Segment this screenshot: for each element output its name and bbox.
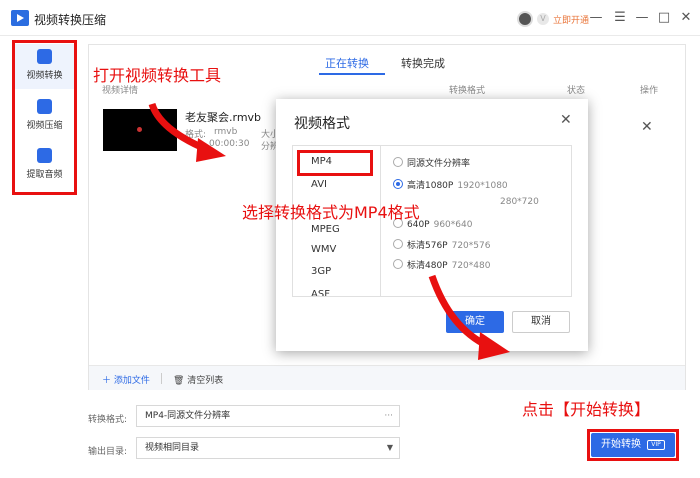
resolution-label: 同源文件分辨率	[407, 159, 471, 169]
plus-icon: ＋	[102, 376, 114, 386]
radio-icon	[393, 259, 403, 269]
toolbar-divider	[161, 373, 162, 384]
annotation-highlight-box	[297, 150, 373, 176]
clear-list-label: 清空列表	[187, 376, 224, 386]
add-file-label: 添加文件	[113, 376, 150, 386]
file-format: rmvb	[214, 127, 238, 137]
resolution-dim: 280*720	[500, 197, 539, 207]
column-header-status: 状态	[567, 86, 586, 96]
window-minimize-dash-button[interactable]: —	[634, 10, 650, 26]
output-dir-label: 输出目录:	[88, 447, 128, 457]
resolution-option[interactable]: 280*720	[496, 197, 539, 207]
resolution-label: 高清1080P	[407, 181, 454, 191]
radio-icon	[393, 157, 403, 167]
app-logo-icon	[11, 10, 29, 26]
caret-down-icon: ▼	[386, 443, 393, 452]
window-maximize-button[interactable]: □	[656, 10, 672, 26]
window-minimize-button[interactable]: —	[588, 10, 604, 26]
file-name: 老友聚会.rmvb	[185, 111, 262, 124]
annotation-step-1: 打开视频转换工具	[93, 66, 222, 85]
file-duration: 00:00:30	[209, 139, 250, 149]
ok-button[interactable]: 确定	[446, 311, 504, 333]
format-label: 转换格式:	[88, 415, 128, 425]
resolution-option[interactable]: 标清480P 720*480	[393, 258, 490, 271]
title-bar: 视频转换压缩 V 立即开通 — ☰ — □ ✕	[0, 0, 700, 36]
resolution-option[interactable]: 高清1080P 1920*1080	[393, 178, 508, 191]
format-item-avi[interactable]: AVI	[311, 179, 327, 190]
video-format-dialog: 视频格式 ✕ MP4 AVI MPEG WMV 3GP ASF 同源文件分辨率 …	[276, 99, 588, 351]
more-icon: ···	[384, 411, 393, 421]
format-item-3gp[interactable]: 3GP	[311, 266, 331, 277]
resolution-dim: 1920*1080	[457, 181, 508, 191]
radio-icon	[393, 239, 403, 249]
app-title: 视频转换压缩	[34, 13, 107, 27]
trash-icon: 🗑	[173, 376, 188, 386]
resolution-label: 标清480P	[407, 261, 448, 271]
format-item-mpeg[interactable]: MPEG	[311, 224, 340, 235]
annotation-step-2: 选择转换格式为MP4格式	[242, 203, 420, 222]
format-item-wmv[interactable]: WMV	[311, 244, 336, 255]
resolution-dim: 720*576	[451, 241, 491, 251]
resolution-dim: 960*640	[433, 220, 473, 230]
add-file-button[interactable]: ＋ 添加文件	[102, 373, 150, 386]
window-close-button[interactable]: ✕	[678, 10, 694, 26]
output-dir-value: 视频相同目录	[145, 443, 200, 453]
dialog-close-icon[interactable]: ✕	[560, 112, 572, 128]
format-select[interactable]: MP4-同源文件分辨率 ···	[136, 405, 400, 427]
resolution-option[interactable]: 同源文件分辨率	[393, 156, 470, 169]
file-toolbar: ＋ 添加文件 🗑 清空列表	[89, 365, 685, 390]
format-value: MP4-同源文件分辨率	[145, 411, 231, 421]
clear-list-button[interactable]: 🗑 清空列表	[173, 373, 223, 386]
resolution-label: 标清576P	[407, 241, 448, 251]
radio-selected-icon	[393, 179, 403, 189]
remove-file-icon[interactable]: ✕	[641, 119, 653, 135]
cancel-button[interactable]: 取消	[512, 311, 570, 333]
file-format-label: 格式:	[185, 130, 207, 140]
dialog-title: 视频格式	[294, 116, 350, 132]
tab-completed[interactable]: 转换完成	[401, 55, 445, 71]
output-dir-select[interactable]: 视频相同目录 ▼	[136, 437, 400, 459]
video-thumbnail	[103, 109, 177, 151]
column-header-format: 转换格式	[449, 86, 486, 96]
resolution-dim: 720*480	[451, 261, 491, 271]
annotation-highlight-box	[587, 429, 679, 461]
resolution-option[interactable]: 标清576P 720*576	[393, 238, 490, 251]
user-avatar[interactable]	[517, 11, 533, 27]
column-header-action: 操作	[640, 86, 659, 96]
menu-icon[interactable]: ☰	[612, 10, 628, 26]
annotation-highlight-box	[12, 40, 77, 195]
tab-converting[interactable]: 正在转换	[325, 55, 369, 71]
format-item-asf[interactable]: ASF	[311, 289, 330, 296]
open-vip-link[interactable]: 立即开通	[553, 13, 589, 26]
annotation-step-3: 点击【开始转换】	[522, 400, 651, 419]
active-tab-indicator	[319, 73, 385, 75]
vip-badge-icon: V	[537, 13, 549, 25]
